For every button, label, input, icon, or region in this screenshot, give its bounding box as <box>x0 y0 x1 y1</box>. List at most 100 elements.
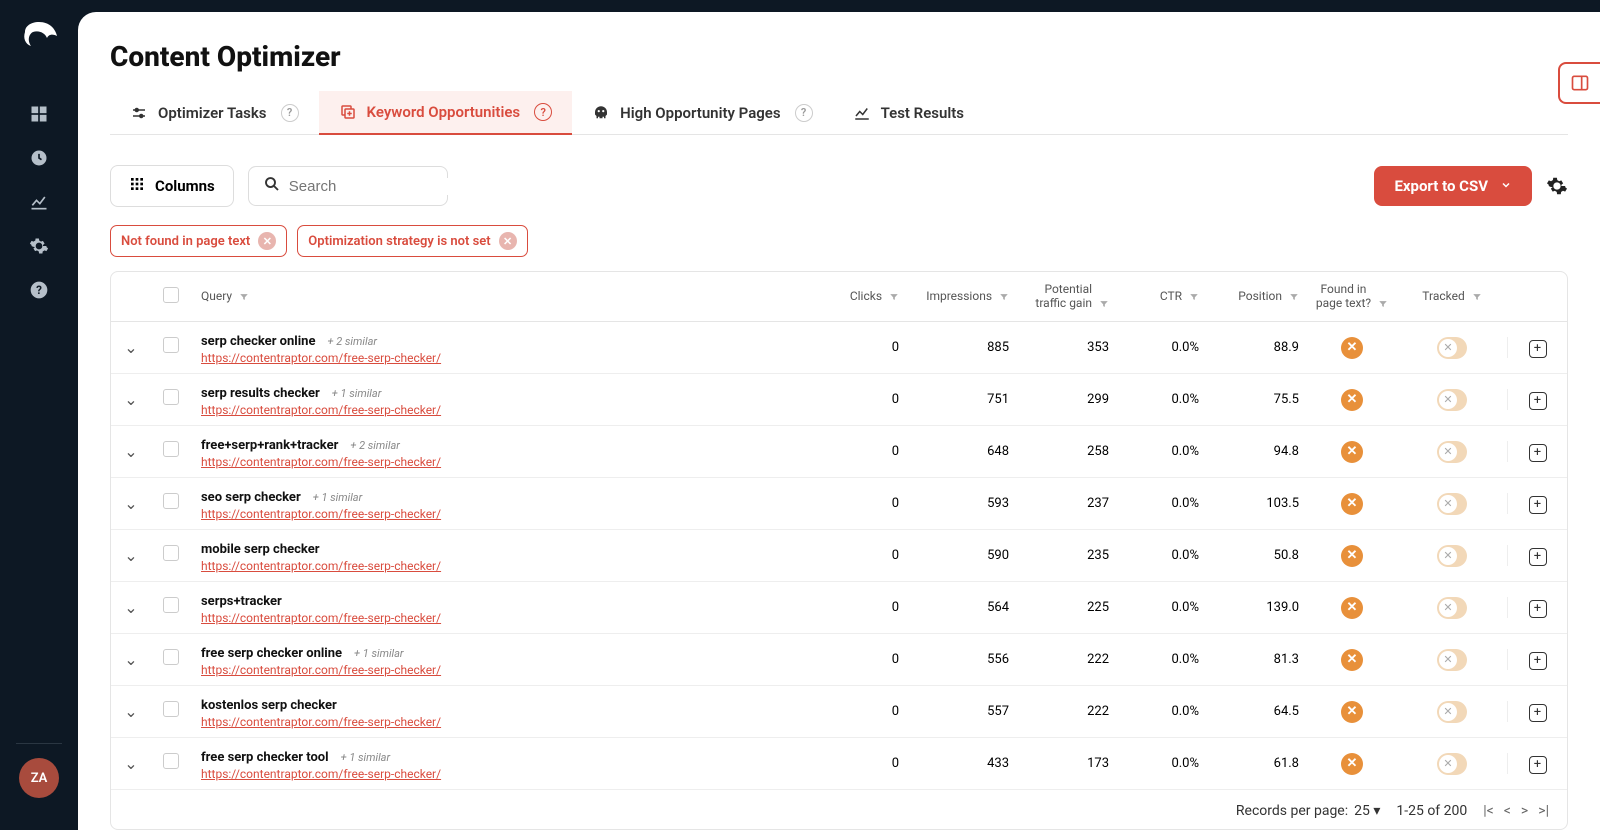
page-url-link[interactable]: https://contentraptor.com/free-serp-chec… <box>201 403 819 417</box>
nav-settings[interactable] <box>19 226 59 266</box>
tab-label: Test Results <box>881 104 964 122</box>
col-clicks[interactable]: Clicks <box>850 289 882 303</box>
add-button[interactable]: + <box>1529 704 1547 722</box>
expand-row[interactable]: ⌄ <box>124 650 137 669</box>
add-button[interactable]: + <box>1529 756 1547 774</box>
tracked-toggle[interactable]: ✕ <box>1437 753 1467 775</box>
page-url-link[interactable]: https://contentraptor.com/free-serp-chec… <box>201 559 819 573</box>
add-button[interactable]: + <box>1529 652 1547 670</box>
col-query[interactable]: Query <box>201 289 232 303</box>
row-checkbox[interactable] <box>163 753 179 769</box>
tab-high-opportunity-pages[interactable]: High Opportunity Pages ? <box>572 92 832 134</box>
cell-ctr: 0.0% <box>1117 548 1207 563</box>
page-first[interactable]: |< <box>1483 803 1494 819</box>
chip-label: Not found in page text <box>121 234 250 249</box>
filter-icon[interactable] <box>1289 292 1299 302</box>
page-url-link[interactable]: https://contentraptor.com/free-serp-chec… <box>201 351 819 365</box>
row-checkbox[interactable] <box>163 493 179 509</box>
user-avatar[interactable]: ZA <box>19 758 59 798</box>
tracked-toggle[interactable]: ✕ <box>1437 441 1467 463</box>
col-found[interactable]: Found inpage text? <box>1316 282 1371 311</box>
add-button[interactable]: + <box>1529 496 1547 514</box>
page-url-link[interactable]: https://contentraptor.com/free-serp-chec… <box>201 611 819 625</box>
search-field[interactable] <box>248 166 448 206</box>
expand-row[interactable]: ⌄ <box>124 702 137 721</box>
add-button[interactable]: + <box>1529 392 1547 410</box>
columns-label: Columns <box>155 177 215 195</box>
found-badge-no: ✕ <box>1341 389 1363 411</box>
tab-test-results[interactable]: Test Results <box>833 92 984 134</box>
page-url-link[interactable]: https://contentraptor.com/free-serp-chec… <box>201 507 819 521</box>
row-checkbox[interactable] <box>163 441 179 457</box>
add-button[interactable]: + <box>1529 548 1547 566</box>
row-checkbox[interactable] <box>163 337 179 353</box>
add-button[interactable]: + <box>1529 340 1547 358</box>
page-prev[interactable]: < <box>1504 803 1511 819</box>
expand-row[interactable]: ⌄ <box>124 546 137 565</box>
page-url-link[interactable]: https://contentraptor.com/free-serp-chec… <box>201 663 819 677</box>
row-checkbox[interactable] <box>163 389 179 405</box>
nav-help[interactable]: ? <box>19 270 59 310</box>
tracked-toggle[interactable]: ✕ <box>1437 389 1467 411</box>
help-icon[interactable]: ? <box>534 103 552 121</box>
help-icon[interactable]: ? <box>795 104 813 122</box>
page-url-link[interactable]: https://contentraptor.com/free-serp-chec… <box>201 455 819 469</box>
tracked-toggle[interactable]: ✕ <box>1437 337 1467 359</box>
expand-row[interactable]: ⌄ <box>124 598 137 617</box>
add-button[interactable]: + <box>1529 600 1547 618</box>
search-input[interactable] <box>289 178 488 195</box>
help-icon[interactable]: ? <box>281 104 299 122</box>
row-checkbox[interactable] <box>163 545 179 561</box>
right-panel-toggle[interactable] <box>1558 62 1600 104</box>
row-checkbox[interactable] <box>163 701 179 717</box>
tracked-toggle[interactable]: ✕ <box>1437 493 1467 515</box>
page-last[interactable]: >| <box>1538 803 1549 819</box>
add-button[interactable]: + <box>1529 444 1547 462</box>
col-ctr[interactable]: CTR <box>1160 289 1182 303</box>
tab-optimizer-tasks[interactable]: Optimizer Tasks ? <box>110 92 319 134</box>
col-impressions[interactable]: Impressions <box>926 289 992 303</box>
filter-icon[interactable] <box>999 292 1009 302</box>
tracked-toggle[interactable]: ✕ <box>1437 649 1467 671</box>
page-url-link[interactable]: https://contentraptor.com/free-serp-chec… <box>201 715 819 729</box>
expand-row[interactable]: ⌄ <box>124 390 137 409</box>
page-size-select[interactable]: 25 ▾ <box>1354 803 1380 819</box>
row-checkbox[interactable] <box>163 649 179 665</box>
columns-button[interactable]: Columns <box>110 165 234 207</box>
nav-clock[interactable] <box>19 138 59 178</box>
filter-icon[interactable] <box>1378 299 1388 309</box>
settings-gear[interactable] <box>1546 175 1568 197</box>
tab-keyword-opportunities[interactable]: Keyword Opportunities ? <box>319 91 573 135</box>
nav-dashboard[interactable] <box>19 94 59 134</box>
page-next[interactable]: > <box>1521 803 1528 819</box>
chip-remove[interactable]: ✕ <box>499 232 517 250</box>
row-checkbox[interactable] <box>163 597 179 613</box>
cell-ctr: 0.0% <box>1117 340 1207 355</box>
chip-remove[interactable]: ✕ <box>258 232 276 250</box>
cell-clicks: 0 <box>827 600 907 615</box>
select-all-checkbox[interactable] <box>163 287 179 303</box>
page-url-link[interactable]: https://contentraptor.com/free-serp-chec… <box>201 767 819 781</box>
tab-label: Keyword Opportunities <box>367 103 521 121</box>
expand-row[interactable]: ⌄ <box>124 442 137 461</box>
col-tracked[interactable]: Tracked <box>1422 289 1464 303</box>
filter-chip[interactable]: Optimization strategy is not set ✕ <box>297 225 527 257</box>
copy-plus-icon <box>339 103 357 121</box>
tracked-toggle[interactable]: ✕ <box>1437 701 1467 723</box>
export-csv-button[interactable]: Export to CSV <box>1374 166 1532 206</box>
filter-icon[interactable] <box>889 292 899 302</box>
expand-row[interactable]: ⌄ <box>124 494 137 513</box>
col-position[interactable]: Position <box>1238 289 1282 303</box>
filter-icon[interactable] <box>239 292 249 302</box>
linechart-icon <box>853 104 871 122</box>
nav-chart[interactable] <box>19 182 59 222</box>
filter-icon[interactable] <box>1099 299 1109 309</box>
expand-row[interactable]: ⌄ <box>124 338 137 357</box>
tracked-toggle[interactable]: ✕ <box>1437 545 1467 567</box>
filter-icon[interactable] <box>1189 292 1199 302</box>
filter-icon[interactable] <box>1472 292 1482 302</box>
filter-chip[interactable]: Not found in page text ✕ <box>110 225 287 257</box>
col-potential[interactable]: Potentialtraffic gain <box>1035 282 1092 311</box>
tracked-toggle[interactable]: ✕ <box>1437 597 1467 619</box>
expand-row[interactable]: ⌄ <box>124 754 137 773</box>
